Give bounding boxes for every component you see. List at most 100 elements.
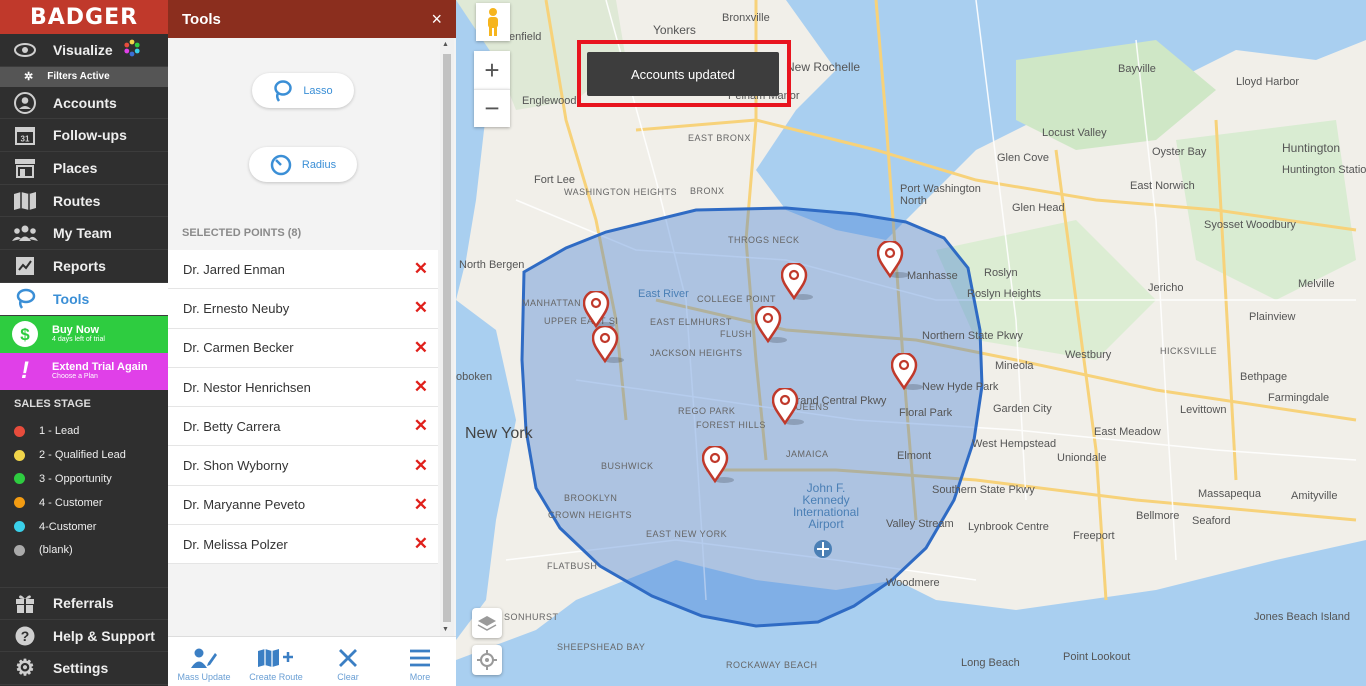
map-place-label: Garden City bbox=[993, 403, 1052, 415]
remove-point-icon[interactable]: ✕ bbox=[414, 338, 428, 358]
remove-point-icon[interactable]: ✕ bbox=[414, 416, 428, 436]
more-button[interactable]: More bbox=[384, 637, 456, 686]
nav-settings[interactable]: ⚙ Settings bbox=[0, 652, 168, 686]
extend-trial-button[interactable]: ! Extend Trial Again Choose a Plan bbox=[0, 352, 168, 390]
tools-header: Tools × bbox=[168, 0, 456, 38]
selected-point-row[interactable]: Dr. Maryanne Peveto ✕ bbox=[168, 486, 438, 526]
selected-point-row[interactable]: Dr. Melissa Polzer ✕ bbox=[168, 525, 438, 565]
selected-points-list: Dr. Jarred Enman ✕ Dr. Ernesto Neuby ✕ Dr. C… bbox=[168, 250, 438, 565]
street-view-pegman[interactable] bbox=[476, 3, 510, 41]
map-place-label: BRONX bbox=[690, 186, 725, 196]
map-pin-icon bbox=[771, 386, 804, 426]
stage-label: 4 - Customer bbox=[39, 496, 103, 509]
map-place-label: Glen Cove bbox=[997, 152, 1049, 164]
pegman-icon bbox=[488, 8, 498, 36]
selected-point-row[interactable]: Dr. Nestor Henrichsen ✕ bbox=[168, 368, 438, 408]
nav-accounts[interactable]: Accounts bbox=[0, 87, 168, 120]
account-map-pin[interactable] bbox=[701, 444, 734, 484]
mass-update-button[interactable]: Mass Update bbox=[168, 637, 240, 686]
selected-point-row[interactable]: Dr. Ernesto Neuby ✕ bbox=[168, 289, 438, 329]
map-pin-icon bbox=[754, 304, 787, 344]
filters-active-badge[interactable]: ✲ Filters Active bbox=[0, 66, 168, 87]
selected-point-row[interactable]: Dr. Betty Carrera ✕ bbox=[168, 407, 438, 447]
map-pin-icon bbox=[780, 261, 813, 301]
map-place-label: East Meadow bbox=[1094, 426, 1161, 438]
map-place-label: Bayville bbox=[1118, 63, 1156, 75]
scroll-thumb[interactable] bbox=[443, 54, 451, 622]
dollar-icon: $ bbox=[10, 320, 40, 348]
map-place-label: Lynbrook Centre bbox=[968, 521, 1049, 533]
map-place-label: East Norwich bbox=[1130, 180, 1195, 192]
scroll-up-icon[interactable]: ▲ bbox=[442, 41, 449, 48]
account-map-pin[interactable] bbox=[754, 304, 787, 344]
map-place-label: SONHURST bbox=[504, 612, 559, 622]
sales-stage-item[interactable]: 1 - Lead bbox=[0, 420, 168, 444]
nav-my-team[interactable]: My Team bbox=[0, 217, 168, 251]
map-place-label: Fort Lee bbox=[534, 174, 575, 186]
account-map-pin[interactable] bbox=[771, 386, 804, 426]
selected-point-row[interactable]: Dr. Shon Wyborny ✕ bbox=[168, 446, 438, 486]
sales-stage-item[interactable]: (blank) bbox=[0, 538, 168, 562]
map-place-label: FLATBUSH bbox=[547, 561, 598, 571]
sales-stage-item[interactable]: 4-Customer bbox=[0, 515, 168, 539]
stage-label: (blank) bbox=[39, 544, 73, 557]
stage-label: 4-Customer bbox=[39, 520, 97, 533]
map-place-label: Massapequa bbox=[1198, 488, 1261, 500]
sales-stage-item[interactable]: 3 - Opportunity bbox=[0, 467, 168, 491]
zoom-out-button[interactable]: − bbox=[474, 89, 510, 127]
map[interactable]: YonkersBronxvilleMt VernonNew RochellePe… bbox=[456, 0, 1366, 686]
account-map-pin[interactable] bbox=[582, 289, 615, 329]
map-place-label: Locust Valley bbox=[1042, 127, 1107, 139]
map-place-label: EAST NEW YORK bbox=[646, 529, 728, 539]
layers-button[interactable] bbox=[472, 608, 502, 638]
account-map-pin[interactable] bbox=[876, 239, 909, 279]
filter-icon: ✲ bbox=[24, 71, 34, 84]
account-map-pin[interactable] bbox=[780, 261, 813, 301]
buy-now-button[interactable]: $ Buy Now 4 days left of trial bbox=[0, 315, 168, 353]
nav-referrals[interactable]: Referrals bbox=[0, 587, 168, 620]
remove-point-icon[interactable]: ✕ bbox=[414, 534, 428, 554]
nav-tools[interactable]: Tools bbox=[0, 282, 168, 316]
selected-point-row[interactable]: Dr. Carmen Becker ✕ bbox=[168, 329, 438, 368]
radius-button[interactable]: Radius bbox=[249, 147, 357, 182]
stage-label: 1 - Lead bbox=[39, 425, 80, 438]
mass-update-icon bbox=[190, 644, 218, 672]
remove-point-icon[interactable]: ✕ bbox=[414, 298, 428, 318]
color-wheel-icon bbox=[123, 39, 141, 60]
remove-point-icon[interactable]: ✕ bbox=[414, 377, 428, 397]
map-place-label: oboken bbox=[456, 371, 493, 383]
create-route-button[interactable]: Create Route bbox=[240, 637, 312, 686]
account-map-pin[interactable] bbox=[890, 351, 923, 391]
exclamation-icon: ! bbox=[21, 357, 29, 384]
sales-stage-item[interactable]: 4 - Customer bbox=[0, 491, 168, 515]
lasso-button[interactable]: Lasso bbox=[252, 73, 354, 108]
stage-color-dot bbox=[14, 521, 25, 533]
map-place-label: COLLEGE POINT bbox=[697, 294, 777, 304]
remove-point-icon[interactable]: ✕ bbox=[414, 495, 428, 515]
nav-label: Follow-ups bbox=[53, 127, 127, 144]
tools-toolbar: Mass Update Create Route Clear More bbox=[168, 636, 456, 686]
sales-stage-item[interactable]: 2 - Qualified Lead bbox=[0, 443, 168, 467]
map-place-label: THROGS NECK bbox=[728, 235, 800, 245]
close-icon[interactable]: × bbox=[431, 9, 442, 30]
selected-point-row[interactable]: Dr. Jarred Enman ✕ bbox=[168, 250, 438, 290]
nav-places[interactable]: Places bbox=[0, 152, 168, 185]
nav-visualize[interactable]: Visualize bbox=[0, 34, 168, 67]
zoom-in-button[interactable]: + bbox=[474, 51, 510, 89]
nav-routes[interactable]: Routes bbox=[0, 185, 168, 218]
map-place-label: CROWN HEIGHTS bbox=[548, 510, 632, 520]
stage-color-dot bbox=[14, 544, 25, 556]
map-place-label: Bethpage bbox=[1240, 371, 1288, 383]
clear-button[interactable]: Clear bbox=[312, 637, 384, 686]
remove-point-icon[interactable]: ✕ bbox=[414, 259, 428, 279]
nav-follow-ups[interactable]: 31 Follow-ups bbox=[0, 119, 168, 153]
team-icon bbox=[12, 222, 38, 244]
nav-help-support[interactable]: ? Help & Support bbox=[0, 620, 168, 653]
my-location-button[interactable] bbox=[472, 645, 502, 675]
remove-point-icon[interactable]: ✕ bbox=[414, 456, 428, 476]
scrollbar[interactable]: ▲ ▼ bbox=[440, 38, 454, 636]
person-icon bbox=[12, 91, 38, 114]
account-map-pin[interactable] bbox=[591, 324, 624, 364]
nav-reports[interactable]: Reports bbox=[0, 250, 168, 283]
scroll-down-icon[interactable]: ▼ bbox=[442, 626, 449, 633]
